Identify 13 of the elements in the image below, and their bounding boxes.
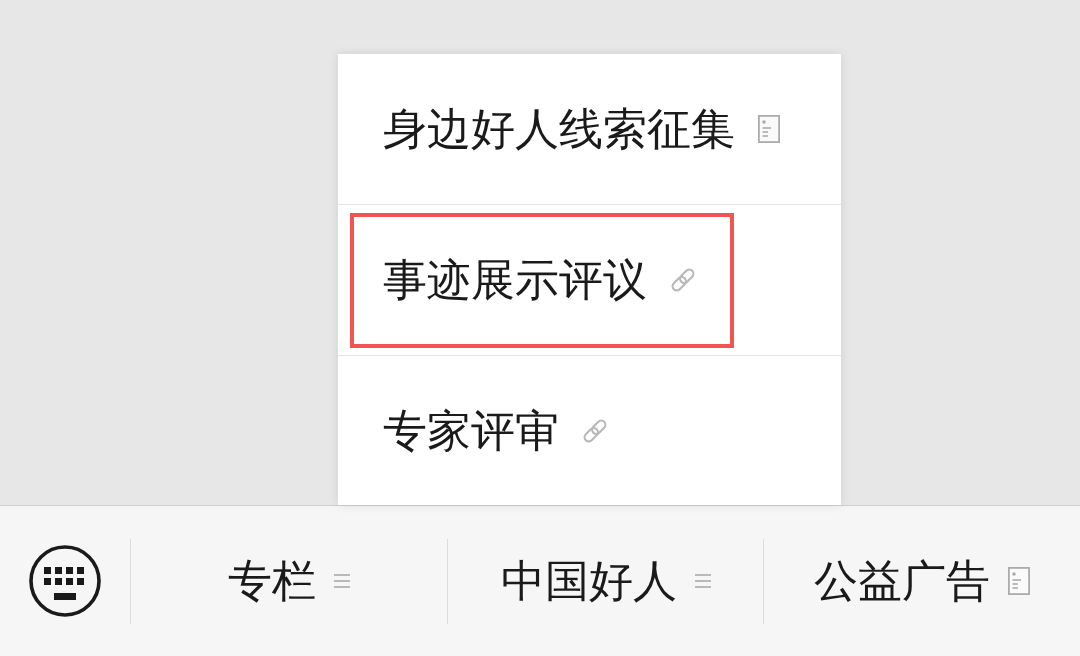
menu-lines-icon <box>333 573 350 589</box>
link-icon <box>670 267 696 293</box>
menu-tab[interactable]: 专栏 <box>225 555 352 607</box>
link-icon <box>582 417 608 444</box>
menu-lines-icon <box>694 573 711 589</box>
menu-item[interactable]: 专家评审 <box>350 363 646 498</box>
menu-tab[interactable]: 公益广告 <box>812 555 1033 607</box>
menu-item[interactable]: 身边好人线索征集 <box>350 61 818 197</box>
menu-item[interactable]: 事迹展示评议 <box>350 212 734 348</box>
document-icon <box>758 115 780 143</box>
document-icon <box>1008 567 1031 595</box>
menu-tab[interactable]: 中国好人 <box>498 555 713 607</box>
keyboard-icon[interactable] <box>29 545 101 617</box>
